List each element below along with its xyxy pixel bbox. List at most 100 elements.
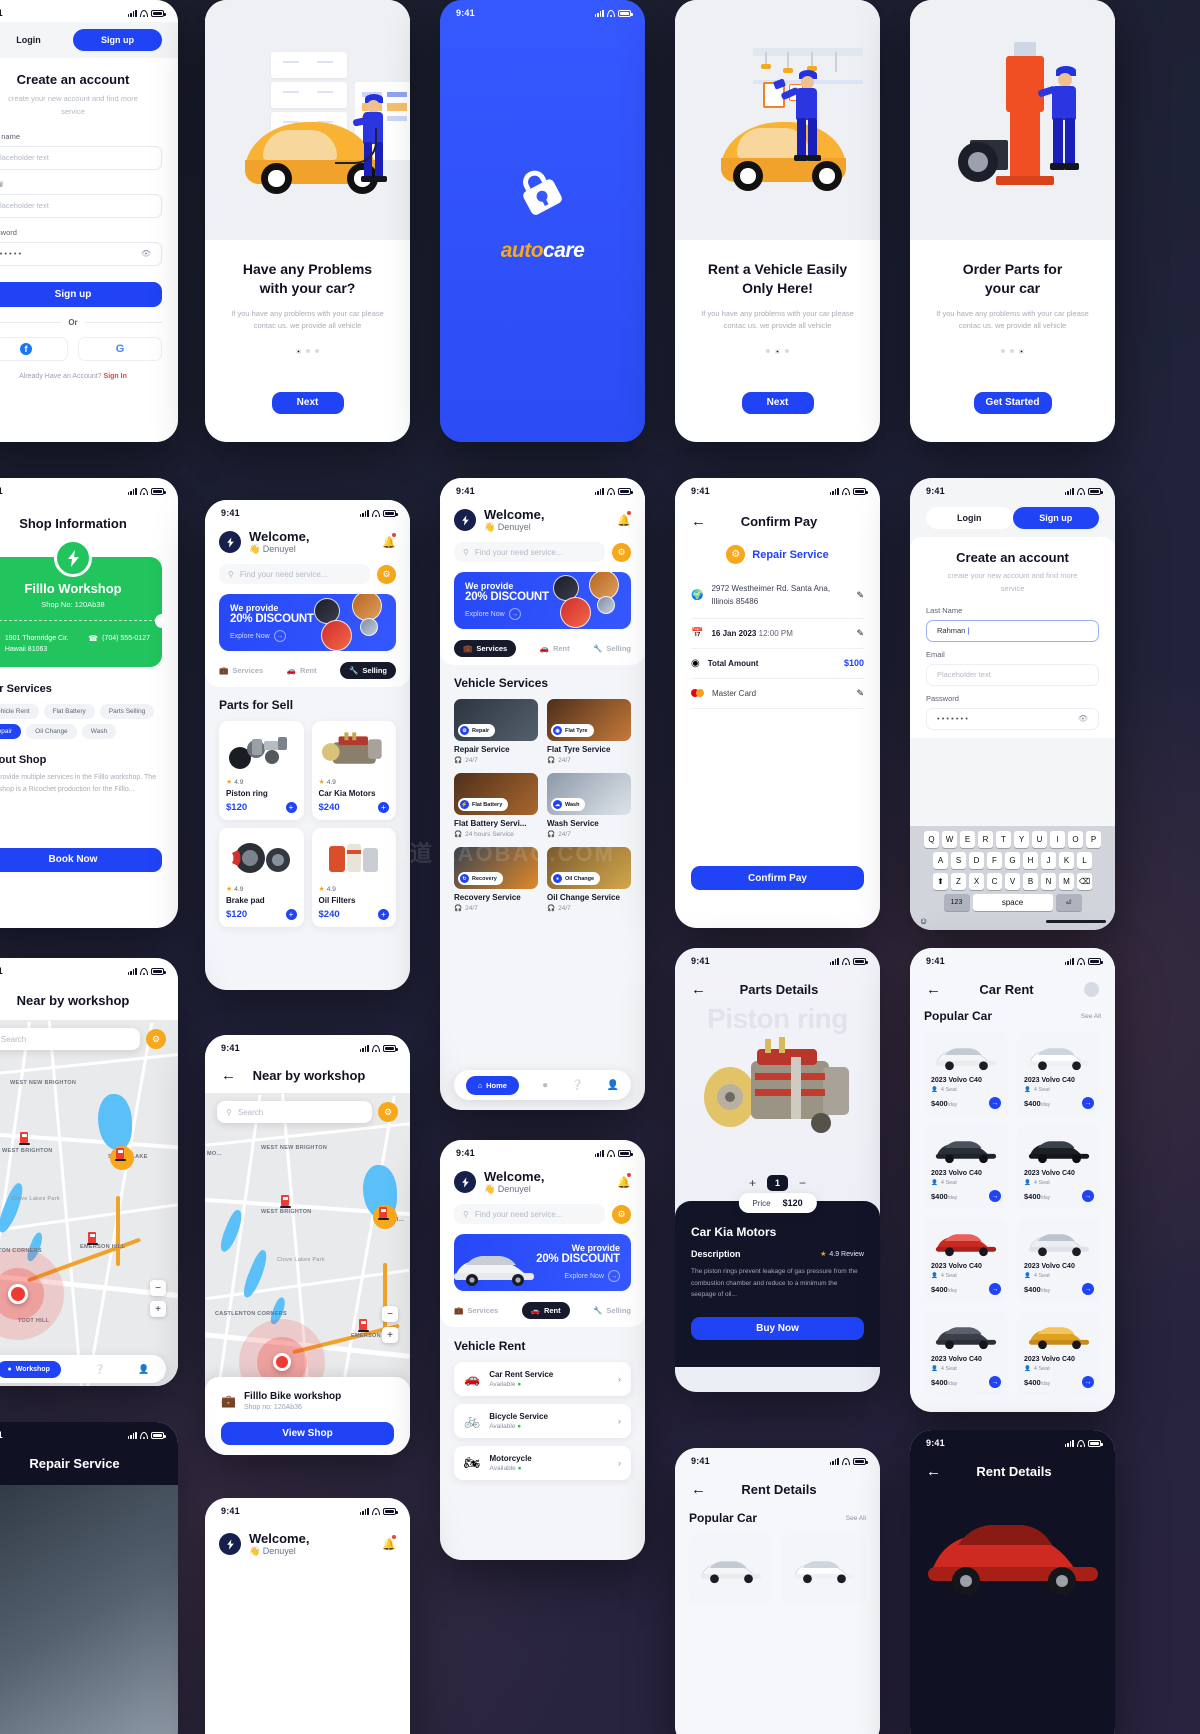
name-input[interactable]: Placeholder text — [0, 145, 162, 170]
key-i[interactable]: I — [1050, 831, 1065, 848]
zoom-in-button[interactable]: + — [150, 1301, 166, 1317]
key-r[interactable]: R — [978, 831, 993, 848]
key-a[interactable]: A — [933, 852, 948, 869]
key-n[interactable]: N — [1041, 873, 1056, 890]
key-z[interactable]: Z — [951, 873, 966, 890]
chip-flat-battery[interactable]: Flat Battery — [43, 704, 95, 719]
tab-selling[interactable]: 🔧 Selling — [593, 1306, 631, 1315]
car-detail-button[interactable]: → — [989, 1097, 1001, 1109]
key-return[interactable]: ⏎ — [1055, 894, 1082, 911]
edit-icon[interactable]: ✎ — [856, 628, 864, 639]
car-detail-button[interactable]: → — [1082, 1097, 1094, 1109]
car-card[interactable]: 2023 Volvo C40 👤 4 Seat $400/day → — [1017, 1125, 1101, 1209]
promo-banner[interactable]: We provide 20% DISCOUNT Explore Now → — [219, 594, 396, 651]
service-card[interactable]: ↻ Recovery Recovery Service 🎧 24/7 — [454, 847, 538, 912]
map-canvas[interactable]: WEST NEW BRIGHTON WEST BRIGHTON SLIVER L… — [0, 1020, 178, 1386]
key-d[interactable]: D — [969, 852, 984, 869]
tab-services[interactable]: 💼 Services — [454, 640, 517, 657]
add-to-cart-button[interactable]: + — [378, 802, 389, 813]
key-m[interactable]: M — [1059, 873, 1074, 890]
facebook-login-button[interactable]: f — [0, 336, 68, 361]
search-input[interactable]: ⚲ Find your need service... — [454, 542, 605, 562]
car-card[interactable] — [689, 1534, 773, 1604]
service-card[interactable]: ● Oil Change Oil Change Service 🎧 24/7 — [547, 847, 631, 912]
view-shop-button[interactable]: View Shop — [221, 1422, 394, 1445]
chip-parts-selling[interactable]: Parts Selling — [99, 704, 155, 719]
signup-submit-button[interactable]: Sign up — [0, 281, 162, 307]
backspace-icon[interactable]: ⌫ — [1077, 873, 1092, 890]
map-search-input[interactable]: ⚲ Search — [217, 1101, 372, 1123]
key-k[interactable]: K — [1059, 852, 1074, 869]
email-input[interactable]: Placeholder text — [0, 193, 162, 218]
tab-services[interactable]: 💼 Services — [454, 1306, 498, 1315]
rent-row[interactable]: 🏍 Motorcycle Available ● › — [454, 1446, 631, 1480]
promo-cta[interactable]: Explore Now → — [230, 630, 396, 642]
tab-workshop[interactable]: ● Workshop — [0, 1360, 61, 1378]
tab-services[interactable]: 💼 Services — [219, 666, 263, 675]
car-card[interactable]: 2023 Volvo C40 👤 4 Seat $400/day → — [924, 1218, 1008, 1302]
car-card[interactable]: 2023 Volvo C40 👤 4 Seat $400/day → — [1017, 1218, 1101, 1302]
see-all-link[interactable]: See All — [846, 1515, 866, 1522]
chip-wash[interactable]: Wash — [81, 724, 117, 739]
car-card[interactable]: 2023 Volvo C40 👤 4 Seat $400/day → — [924, 1032, 1008, 1116]
edit-icon[interactable]: ✎ — [856, 590, 864, 601]
key-e[interactable]: E — [960, 831, 975, 848]
password-input[interactable]: • • • • • • 👁 — [0, 241, 162, 266]
tab-location-icon[interactable]: ● — [542, 1080, 548, 1091]
key-h[interactable]: H — [1023, 852, 1038, 869]
car-detail-button[interactable]: → — [1082, 1283, 1094, 1295]
tab-profile-icon[interactable]: 👤 — [607, 1080, 619, 1091]
key-w[interactable]: W — [942, 831, 957, 848]
car-detail-button[interactable]: → — [989, 1376, 1001, 1388]
avatar[interactable] — [1084, 982, 1099, 997]
add-to-cart-button[interactable]: + — [285, 909, 297, 920]
service-card[interactable]: ◉ Flat Tyre Flat Tyre Service 🎧 24/7 — [547, 699, 631, 764]
key-f[interactable]: F — [987, 852, 1002, 869]
chip-repair[interactable]: Repair — [0, 724, 22, 739]
notification-bell-icon[interactable]: 🔔 — [382, 533, 396, 551]
edit-icon[interactable]: ✎ — [856, 688, 864, 699]
service-card[interactable]: ⚙ Repair Repair Service 🎧 24/7 — [454, 699, 538, 764]
qty-decrease-button[interactable]: − — [799, 1176, 806, 1190]
key-p[interactable]: P — [1086, 831, 1101, 848]
shop-phone[interactable]: (704) 555-0127 — [102, 635, 150, 642]
password-input[interactable]: • • • • • • • 👁 — [926, 707, 1099, 730]
chevron-right-icon[interactable]: › — [618, 1416, 621, 1426]
zoom-out-button[interactable]: − — [382, 1306, 398, 1322]
key-c[interactable]: C — [987, 873, 1002, 890]
tab-signup[interactable]: Sign up — [1012, 507, 1099, 529]
tab-signup[interactable]: Sign up — [73, 29, 162, 51]
part-card[interactable]: ★ 4.9 Piston ring $120 + — [219, 721, 304, 820]
key-space[interactable]: space — [972, 894, 1053, 911]
car-card[interactable] — [782, 1534, 866, 1604]
car-card[interactable]: 2023 Volvo C40 👤 4 Seat $400/day → — [924, 1311, 1008, 1395]
filter-icon[interactable]: ⚙ — [377, 564, 396, 584]
promo-banner[interactable]: We provide 20% DISCOUNT Explore Now → — [454, 1234, 631, 1291]
car-card[interactable]: 2023 Volvo C40 👤 4 Seat $400/day → — [1017, 1032, 1101, 1116]
eye-off-icon[interactable]: 👁 — [141, 249, 151, 258]
chevron-right-icon[interactable]: › — [618, 1374, 621, 1384]
key-y[interactable]: Y — [1014, 831, 1029, 848]
qty-increase-button[interactable]: + — [749, 1176, 756, 1190]
filter-icon[interactable]: ⚙ — [612, 1204, 631, 1224]
chevron-right-icon[interactable]: › — [618, 1458, 621, 1468]
date-row[interactable]: 📅 16 Jan 2023 12:00 PM ✎ — [691, 619, 864, 649]
notification-bell-icon[interactable]: 🔔 — [617, 511, 631, 529]
key-o[interactable]: O — [1068, 831, 1083, 848]
zoom-in-button[interactable]: + — [382, 1327, 398, 1343]
part-card[interactable]: ★ 4.9 Oil Filters $240 + — [311, 828, 396, 927]
lastname-input[interactable]: Rahman | — [926, 619, 1099, 642]
tab-login[interactable]: Login — [0, 29, 73, 51]
part-card[interactable]: ★ 4.9 Car Kia Motors $240 + — [311, 721, 396, 820]
card-row[interactable]: Master Card ✎ — [691, 679, 864, 709]
tab-help-icon[interactable]: ❔ — [94, 1364, 105, 1375]
car-detail-button[interactable]: → — [989, 1190, 1001, 1202]
email-input[interactable]: Placeholder text — [926, 663, 1099, 686]
map-search-input[interactable]: ⚲ Search — [0, 1028, 140, 1050]
address-row[interactable]: 🌍 2972 Westheimer Rd. Santa Ana, Illinoi… — [691, 574, 864, 619]
shift-icon[interactable]: ⬆ — [933, 873, 948, 890]
search-input[interactable]: ⚲ Find your need service... — [219, 564, 370, 584]
tab-selling[interactable]: 🔧 Selling — [340, 662, 396, 679]
search-input[interactable]: ⚲ Find your need service... — [454, 1204, 605, 1224]
signin-link[interactable]: Sign In — [104, 373, 127, 380]
